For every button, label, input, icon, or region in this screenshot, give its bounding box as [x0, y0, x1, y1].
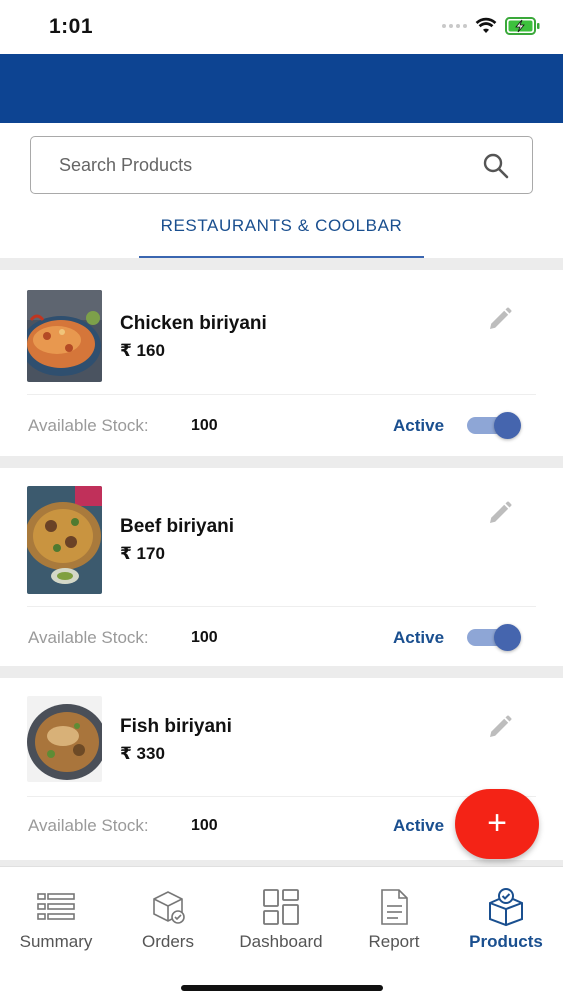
stock-label: Available Stock:: [28, 416, 149, 435]
card-divider: [27, 394, 536, 395]
card-divider: [27, 606, 536, 607]
product-name: Beef biriyani: [120, 516, 235, 537]
search-box[interactable]: [30, 136, 533, 194]
nav-label: Products: [469, 932, 543, 951]
wifi-icon: [475, 17, 497, 33]
plus-icon: +: [487, 804, 507, 842]
product-card[interactable]: Chicken biriyani ₹ 160 Available Stock: …: [0, 270, 563, 456]
nav-item-summary[interactable]: Summary: [5, 867, 107, 967]
toggle-knob: [494, 624, 521, 651]
tab-label: RESTAURANTS & COOLBAR: [160, 216, 403, 235]
product-image: [27, 290, 102, 382]
tab-restaurants-coolbar[interactable]: RESTAURANTS & COOLBAR: [139, 212, 424, 258]
status-icons: [442, 17, 541, 35]
bottom-nav: Summary Orders Dashboard Report Products: [0, 866, 563, 1000]
product-list[interactable]: Chicken biriyani ₹ 160 Available Stock: …: [0, 258, 563, 866]
product-name: Fish biriyani: [120, 716, 232, 737]
stock-value: 100: [191, 417, 218, 434]
battery-charging-icon: [505, 17, 540, 35]
product-price: ₹ 160: [120, 341, 165, 360]
status-bar: 1:01: [0, 0, 563, 54]
status-time: 1:01: [49, 15, 94, 38]
product-image: [27, 696, 102, 782]
edit-icon[interactable]: [487, 714, 513, 740]
signal-icon: [442, 24, 467, 28]
stock-label: Available Stock:: [28, 628, 149, 647]
package-icon: [489, 888, 523, 927]
edit-icon[interactable]: [487, 500, 513, 526]
product-image: [27, 486, 102, 594]
product-price: ₹ 330: [120, 744, 165, 763]
product-price: ₹ 170: [120, 544, 165, 563]
status-label: Active: [393, 816, 445, 835]
active-toggle[interactable]: [467, 412, 522, 439]
status-label: Active: [393, 416, 445, 435]
product-name: Chicken biriyani: [120, 313, 267, 334]
nav-label: Summary: [19, 932, 93, 951]
add-product-button[interactable]: +: [455, 789, 539, 859]
search-input[interactable]: [59, 137, 479, 193]
box-icon: [153, 891, 185, 924]
stock-value: 100: [191, 817, 218, 834]
nav-label: Report: [368, 932, 420, 951]
nav-label: Dashboard: [239, 932, 323, 951]
nav-item-dashboard[interactable]: Dashboard: [230, 867, 332, 967]
stock-value: 100: [191, 629, 218, 646]
home-indicator: [181, 985, 383, 991]
list-icon: [37, 893, 75, 920]
grid-icon: [263, 889, 299, 925]
nav-label: Orders: [142, 932, 194, 951]
product-card[interactable]: Beef biriyani ₹ 170 Available Stock: 100…: [0, 468, 563, 666]
search-icon[interactable]: [482, 152, 510, 180]
status-label: Active: [393, 628, 445, 647]
toggle-knob: [494, 412, 521, 439]
edit-icon[interactable]: [487, 306, 513, 332]
document-icon: [381, 889, 408, 925]
stock-label: Available Stock:: [28, 816, 149, 835]
nav-item-products[interactable]: Products: [458, 867, 554, 967]
nav-item-orders[interactable]: Orders: [120, 867, 216, 967]
app-bar: [0, 54, 563, 123]
nav-item-report[interactable]: Report: [346, 867, 442, 967]
active-toggle[interactable]: [467, 624, 522, 651]
